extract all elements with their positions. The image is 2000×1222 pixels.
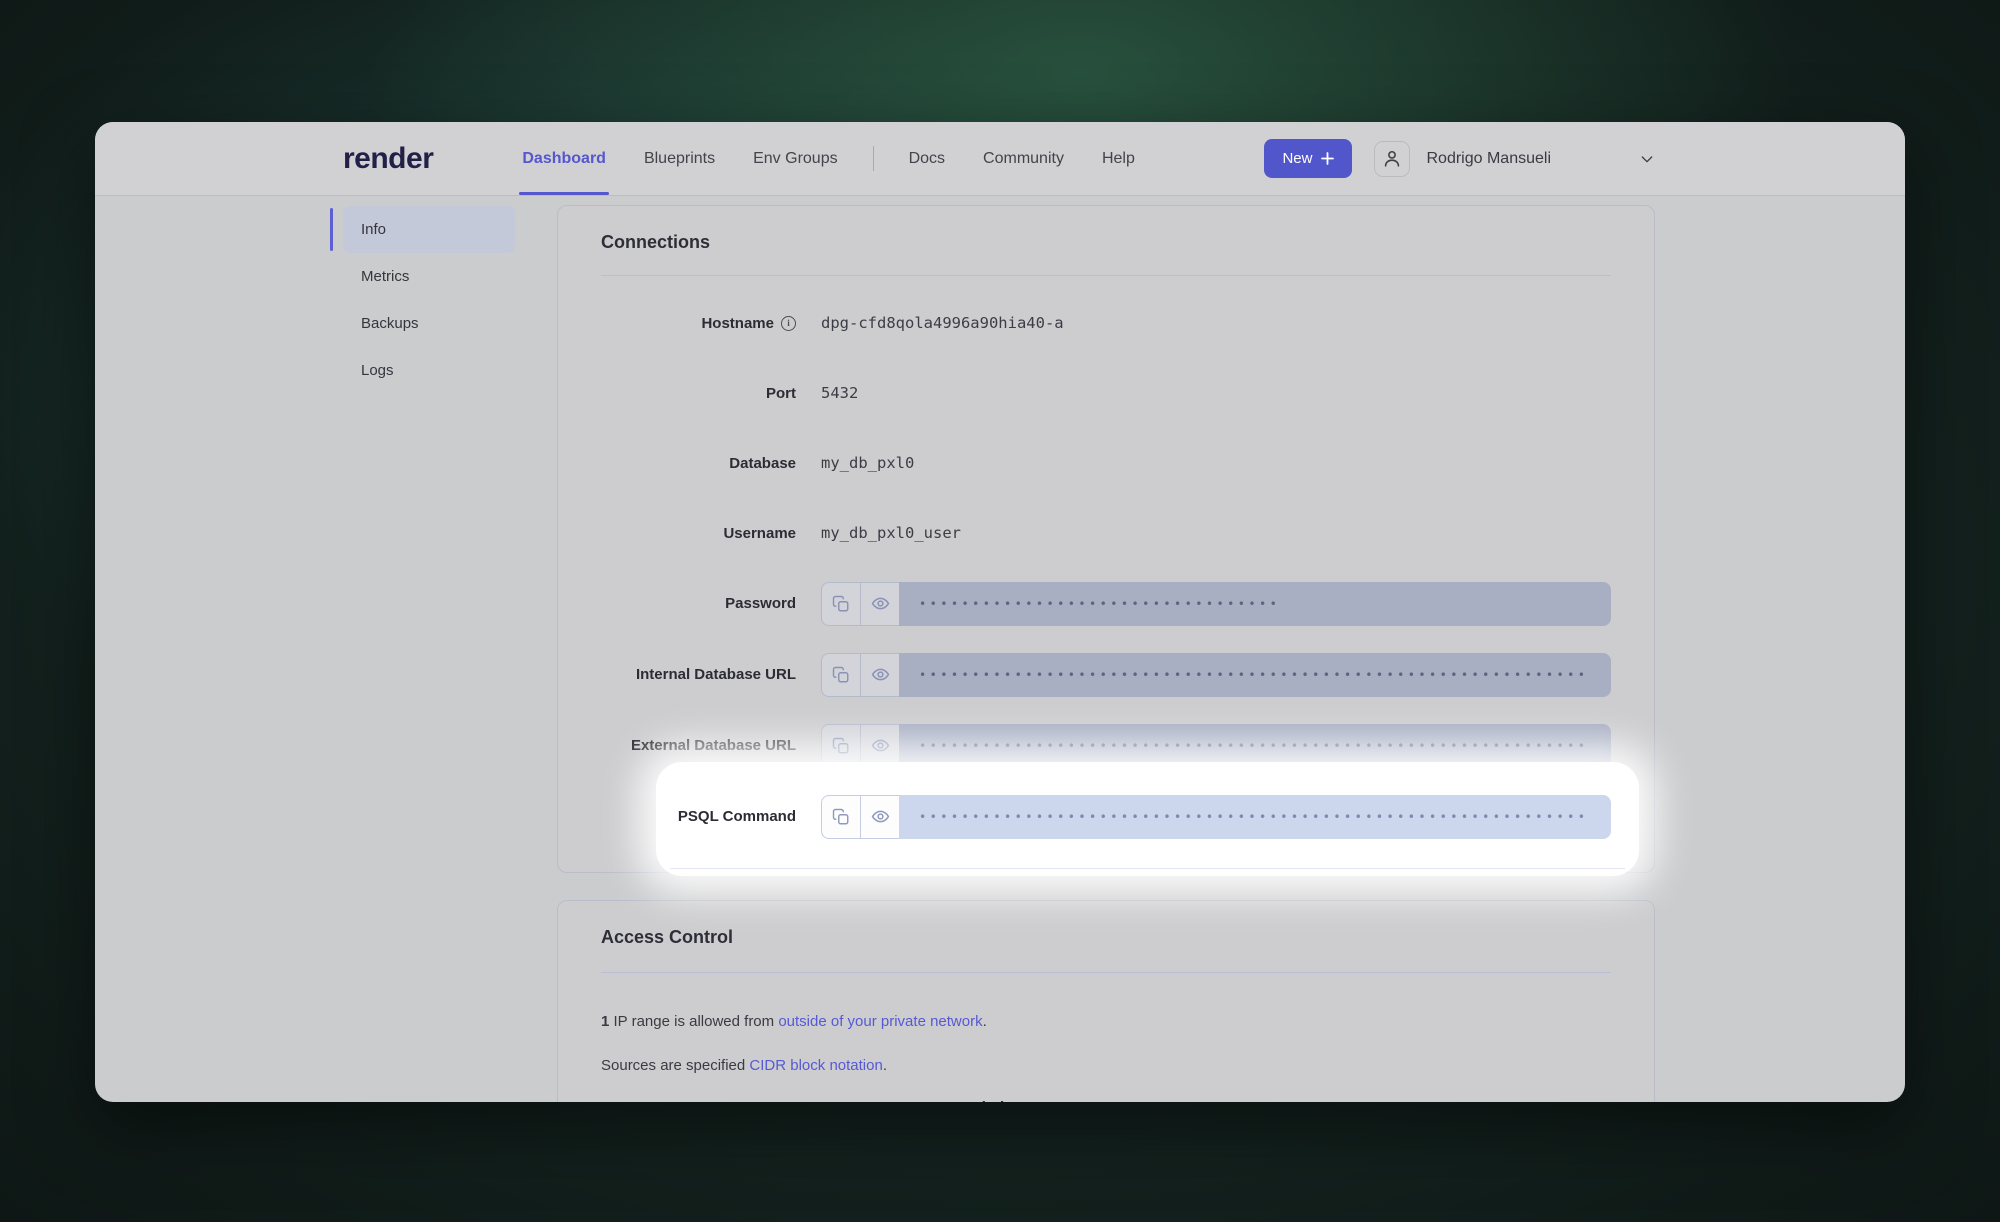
- eye-icon: [871, 807, 890, 826]
- main-panel: Connections Hostname i dpg-cfd8qola4996a…: [557, 196, 1905, 1101]
- info-icon[interactable]: i: [781, 316, 796, 331]
- connections-divider: [601, 275, 1611, 276]
- psql-command-label: PSQL Command: [678, 808, 796, 825]
- psql-command-row: PSQL Command: [601, 781, 1611, 852]
- copy-icon: [832, 737, 850, 755]
- database-value: my_db_pxl0: [821, 454, 914, 472]
- connection-fields: Hostname i dpg-cfd8qola4996a90hia40-a Po…: [601, 288, 1611, 852]
- eye-icon: [871, 736, 890, 755]
- port-value: 5432: [821, 384, 858, 402]
- nav-docs[interactable]: Docs: [890, 122, 964, 195]
- eye-icon: [871, 665, 890, 684]
- header-right: New Rodrigo Mansueli: [1264, 139, 1655, 178]
- internal-url-masked-value: ••••••••••••••••••••••••••••••••••••••••…: [899, 653, 1611, 697]
- sources-text: Sources are specified CIDR block notatio…: [601, 1057, 1611, 1074]
- app-window: render Dashboard Blueprints Env Groups D…: [95, 122, 1905, 1102]
- copy-icon: [832, 808, 850, 826]
- copy-button[interactable]: [821, 724, 860, 768]
- psql-masked-value: ••••••••••••••••••••••••••••••••••••••••…: [899, 795, 1611, 839]
- internal-url-secret-group: ••••••••••••••••••••••••••••••••••••••••…: [821, 653, 1611, 697]
- cidr-notation-link[interactable]: CIDR block notation: [749, 1057, 882, 1074]
- access-control-card: Access Control 1 IP range is allowed fro…: [557, 900, 1655, 1102]
- copy-button[interactable]: [821, 795, 860, 839]
- nav-blueprints[interactable]: Blueprints: [625, 122, 734, 195]
- database-label: Database: [729, 455, 796, 472]
- nav-divider: [873, 146, 874, 171]
- sidebar: Info Metrics Backups Logs: [95, 196, 557, 1101]
- username-row: Username my_db_pxl0_user: [601, 498, 1611, 568]
- acl-table-header: Source Description: [601, 1099, 1611, 1102]
- render-logo: render: [343, 142, 433, 176]
- main-nav: Dashboard Blueprints Env Groups Docs Com…: [503, 122, 1153, 195]
- copy-icon: [832, 595, 850, 613]
- app-header: render Dashboard Blueprints Env Groups D…: [95, 122, 1905, 196]
- external-url-label: External Database URL: [631, 737, 796, 754]
- database-row: Database my_db_pxl0: [601, 428, 1611, 498]
- copy-button[interactable]: [821, 582, 860, 626]
- external-url-secret-group: ••••••••••••••••••••••••••••••••••••••••…: [821, 724, 1611, 768]
- internal-url-label: Internal Database URL: [636, 666, 796, 683]
- new-button[interactable]: New: [1264, 139, 1352, 178]
- acl-description-header: Description: [940, 1099, 1023, 1102]
- access-control-title: Access Control: [601, 927, 1611, 948]
- sidebar-item-info[interactable]: Info: [343, 206, 515, 253]
- hostname-value: dpg-cfd8qola4996a90hia40-a: [821, 314, 1064, 332]
- reveal-button[interactable]: [860, 795, 899, 839]
- psql-secret-group: ••••••••••••••••••••••••••••••••••••••••…: [821, 795, 1611, 839]
- chevron-down-icon[interactable]: [1639, 151, 1655, 167]
- reveal-button[interactable]: [860, 582, 899, 626]
- plus-icon: [1321, 152, 1334, 165]
- external-url-masked-value: ••••••••••••••••••••••••••••••••••••••••…: [899, 724, 1611, 768]
- reveal-button[interactable]: [860, 653, 899, 697]
- password-secret-group: ••••••••••••••••••••••••••••••••••: [821, 582, 1611, 626]
- copy-button[interactable]: [821, 653, 860, 697]
- sidebar-item-logs[interactable]: Logs: [343, 347, 515, 394]
- port-row: Port 5432: [601, 358, 1611, 428]
- acl-source-header: Source: [601, 1099, 940, 1102]
- password-label: Password: [725, 595, 796, 612]
- hostname-label: Hostname i: [601, 315, 796, 332]
- sidebar-item-backups[interactable]: Backups: [343, 300, 515, 347]
- sidebar-item-metrics[interactable]: Metrics: [343, 253, 515, 300]
- nav-dashboard[interactable]: Dashboard: [503, 122, 625, 195]
- username-value: my_db_pxl0_user: [821, 524, 961, 542]
- nav-help[interactable]: Help: [1083, 122, 1154, 195]
- access-control-divider: [601, 972, 1611, 973]
- hostname-row: Hostname i dpg-cfd8qola4996a90hia40-a: [601, 288, 1611, 358]
- password-masked-value: ••••••••••••••••••••••••••••••••••: [899, 582, 1611, 626]
- reveal-button[interactable]: [860, 724, 899, 768]
- internal-url-row: Internal Database URL: [601, 639, 1611, 710]
- username-label: Username: [723, 525, 796, 542]
- page-background: render Dashboard Blueprints Env Groups D…: [0, 0, 2000, 1222]
- port-label: Port: [766, 385, 796, 402]
- connections-title: Connections: [601, 232, 1611, 253]
- password-row: Password: [601, 568, 1611, 639]
- eye-icon: [871, 594, 890, 613]
- connections-card: Connections Hostname i dpg-cfd8qola4996a…: [557, 205, 1655, 873]
- nav-env-groups[interactable]: Env Groups: [734, 122, 856, 195]
- nav-community[interactable]: Community: [964, 122, 1083, 195]
- private-network-link[interactable]: outside of your private network: [778, 1013, 982, 1030]
- user-avatar-icon[interactable]: [1374, 141, 1410, 177]
- copy-icon: [832, 666, 850, 684]
- content-area: Info Metrics Backups Logs Connections Ho…: [95, 196, 1905, 1101]
- user-name[interactable]: Rodrigo Mansueli: [1426, 150, 1551, 168]
- ip-range-text: 1 IP range is allowed from outside of yo…: [601, 1013, 1611, 1030]
